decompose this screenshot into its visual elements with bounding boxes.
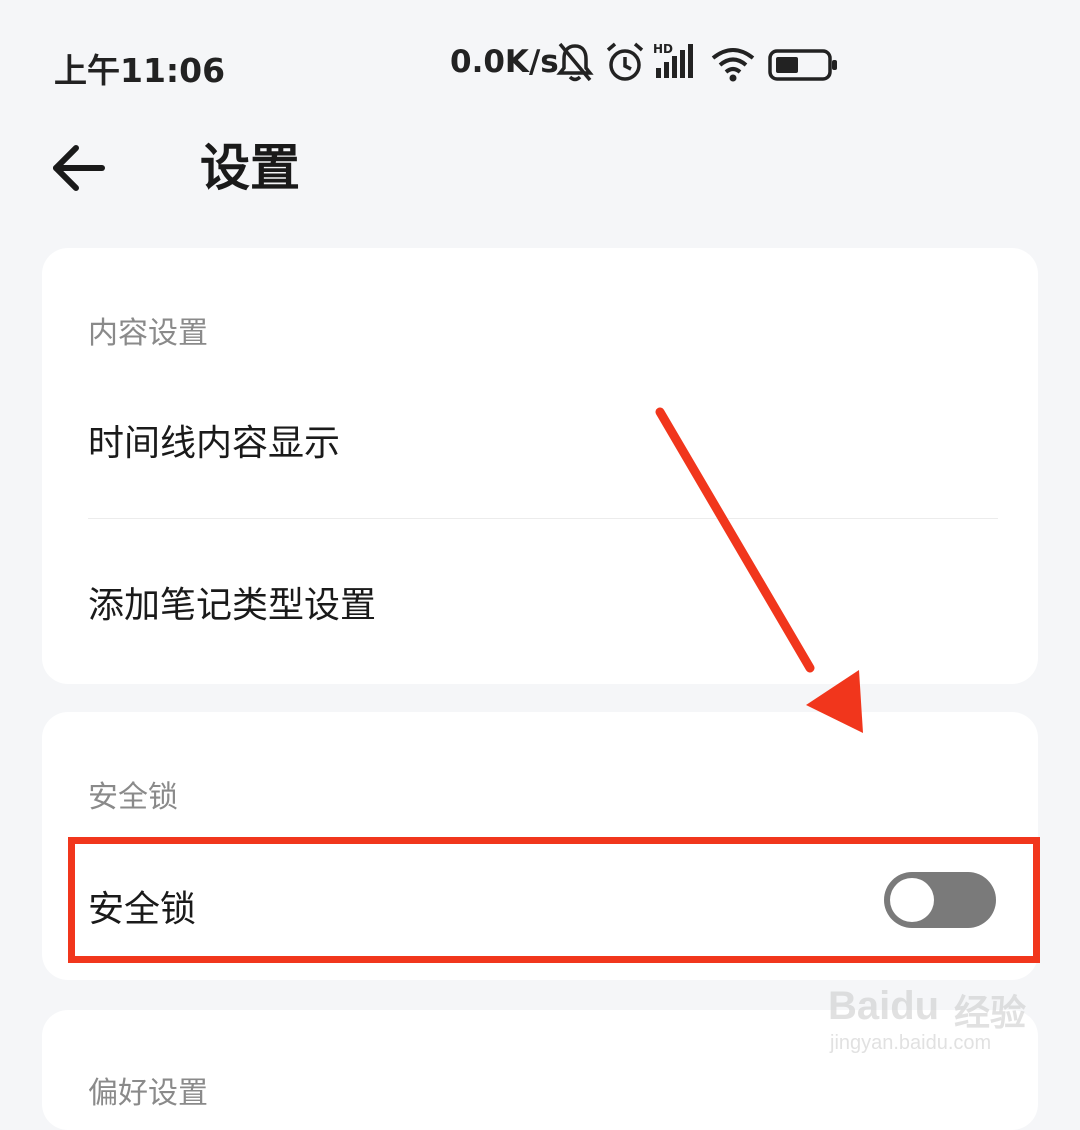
bell-muted-icon (556, 42, 594, 82)
battery-icon (768, 49, 837, 81)
back-button[interactable] (48, 132, 112, 196)
page-title: 设置 (200, 139, 300, 197)
content-settings-card: 内容设置 时间线内容显示 添加笔记类型设置 (42, 248, 1038, 684)
top-app-bar: 设置 (0, 120, 1080, 210)
section-title-security: 安全锁 (88, 780, 178, 815)
settings-row-timeline[interactable]: 时间线内容显示 (42, 358, 1038, 518)
arrow-left-icon (53, 145, 105, 191)
section-title-content: 内容设置 (88, 316, 208, 351)
status-bar: 上午11:06 0.0K/s HD (0, 0, 1080, 130)
row-label-timeline: 时间线内容显示 (88, 423, 341, 464)
row-label-note-type: 添加笔记类型设置 (88, 585, 377, 626)
alarm-icon (606, 42, 644, 81)
svg-text:HD: HD (653, 42, 673, 56)
hd-signal-icon: HD (653, 42, 693, 78)
annotation-highlight-box (68, 837, 1040, 963)
watermark-url: jingyan.baidu.com (830, 1032, 992, 1054)
section-title-preferences: 偏好设置 (88, 1076, 208, 1111)
settings-row-note-type[interactable]: 添加笔记类型设置 (42, 520, 1038, 680)
network-speed: 0.0K/s (450, 44, 559, 80)
wifi-icon (711, 48, 755, 82)
watermark-brand-cn: 经验 (954, 993, 1027, 1034)
divider (88, 518, 998, 519)
status-time: 上午11:06 (54, 51, 226, 90)
watermark-brand: Baidu (828, 984, 940, 1028)
baidu-watermark: Baidu 经验 jingyan.baidu.com (828, 964, 1028, 1064)
